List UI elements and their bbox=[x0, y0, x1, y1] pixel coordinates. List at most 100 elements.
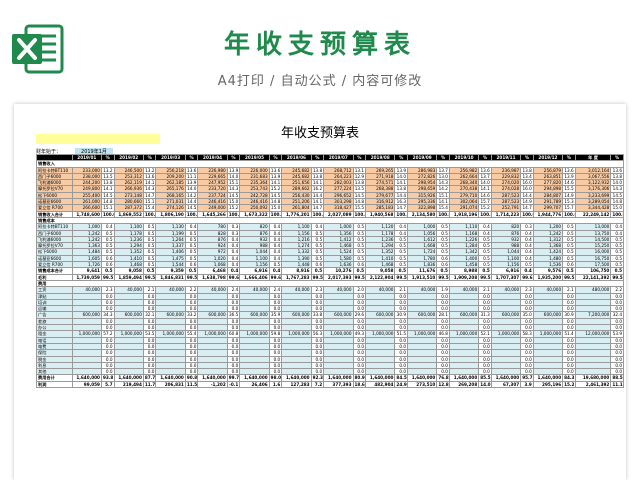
table-cell: 100.0 bbox=[184, 210, 199, 218]
table-cell: 16.0 bbox=[520, 185, 534, 193]
table-cell[interactable]: 1,935,200 bbox=[532, 273, 564, 281]
table-cell[interactable]: 1,918,196 bbox=[448, 210, 480, 218]
table-cell: 14.1 bbox=[310, 179, 325, 187]
table-cell[interactable]: 1,640,000 bbox=[532, 374, 564, 382]
table-cell: 99.5 bbox=[310, 273, 325, 281]
table-cell: 15.4 bbox=[436, 204, 450, 212]
table-cell[interactable]: 127,283 bbox=[281, 380, 312, 389]
table-cell[interactable]: 1,640,000 bbox=[406, 374, 438, 382]
table-cell: 13.4 bbox=[520, 172, 534, 181]
row-label: 阿拉卡特BT110 bbox=[36, 166, 73, 174]
table-cell: 13.8 bbox=[310, 166, 325, 174]
table-cell: 13.5 bbox=[352, 185, 367, 193]
table-cell[interactable]: 273,510 bbox=[406, 380, 438, 389]
table-cell: 99.5 bbox=[562, 273, 576, 281]
table-cell[interactable]: 1,640,000 bbox=[281, 374, 312, 382]
table-cell: 14.7 bbox=[142, 191, 157, 200]
row-label: 阿拉卡特BT110 bbox=[36, 223, 73, 231]
table-cell: 14.8 bbox=[100, 198, 115, 206]
table-cell[interactable]: 1,909,208 bbox=[448, 273, 480, 281]
table-cell[interactable]: 1,806,190 bbox=[155, 210, 186, 218]
table-cell: 51.4 bbox=[562, 330, 576, 338]
table-row: 利润 99,059 5.7 219,494 11.7 206,831 11.5 -1,202-… bbox=[36, 380, 624, 389]
table-cell[interactable]: 2,017,393 bbox=[323, 273, 354, 281]
table-cell: 59.8 bbox=[268, 330, 283, 338]
table-cell: 99.7 bbox=[226, 374, 241, 382]
table-cell: 14.2 bbox=[184, 191, 199, 200]
table-cell: 49.3 bbox=[352, 330, 367, 338]
table-cell[interactable]: 1,640,000 bbox=[71, 374, 102, 382]
table-cell: 14.9 bbox=[520, 198, 534, 206]
table-cell: 52.1 bbox=[478, 330, 492, 338]
table-cell: 13.9 bbox=[562, 172, 576, 181]
table-cell: 14.5 bbox=[226, 191, 241, 200]
banner-title: 年收支预算表 bbox=[223, 30, 416, 60]
table-cell[interactable]: 26,406 bbox=[239, 380, 270, 389]
table-cell[interactable]: 1,640,000 bbox=[239, 374, 270, 382]
table-cell: 13.0 bbox=[436, 172, 450, 181]
table-cell[interactable]: 377,393 bbox=[323, 380, 354, 389]
table-cell: 35.9 bbox=[268, 311, 283, 319]
table-cell: 100.0 bbox=[142, 210, 157, 218]
table-cell[interactable]: 295,196 bbox=[532, 380, 564, 389]
table-cell[interactable]: 219,494 bbox=[113, 380, 144, 389]
table-cell[interactable]: 1,714,223 bbox=[490, 210, 522, 218]
table-cell: 99.5 bbox=[478, 273, 492, 281]
table-cell[interactable]: 1,640,000 bbox=[448, 374, 480, 382]
table-cell: 13.7 bbox=[478, 172, 492, 181]
table-cell: 14.0 bbox=[478, 179, 492, 187]
table-cell[interactable]: 2,461,392 bbox=[574, 380, 612, 389]
table-cell[interactable]: 1,666,406 bbox=[239, 273, 270, 281]
table-cell[interactable]: 1,944,776 bbox=[532, 210, 564, 218]
table-cell: 14.1 bbox=[142, 179, 157, 187]
table-cell[interactable]: 482,904 bbox=[365, 380, 396, 389]
table-cell[interactable]: 1,638,798 bbox=[197, 273, 228, 281]
table-cell[interactable]: 1,739,059 bbox=[71, 273, 102, 281]
table-cell[interactable]: 1,640,000 bbox=[323, 374, 354, 382]
table-cell[interactable]: -1,202 bbox=[197, 380, 228, 389]
table-cell[interactable]: 1,673,322 bbox=[239, 210, 270, 218]
table-cell[interactable]: 1,913,510 bbox=[406, 273, 438, 281]
table-cell[interactable]: 1,640,000 bbox=[113, 374, 144, 382]
table-cell[interactable]: 1,859,494 bbox=[113, 273, 144, 281]
table-cell[interactable]: 1,640,000 bbox=[155, 374, 186, 382]
table-cell[interactable]: 1,640,000 bbox=[365, 374, 396, 382]
table-cell[interactable]: 67,307 bbox=[490, 380, 522, 389]
table-cell[interactable]: 1,707,307 bbox=[490, 273, 522, 281]
table-cell: 84.3 bbox=[562, 374, 576, 382]
table-cell[interactable]: 1,940,568 bbox=[365, 210, 396, 218]
table-cell[interactable]: 1,748,600 bbox=[71, 210, 102, 218]
table-cell: 88.5 bbox=[610, 374, 624, 382]
table-cell[interactable]: 1,869,552 bbox=[113, 210, 144, 218]
table-cell[interactable]: 2,122,904 bbox=[365, 273, 396, 281]
table-cell: 14.8 bbox=[610, 198, 624, 206]
table-cell: 33.8 bbox=[310, 311, 325, 319]
table-cell[interactable]: 269,208 bbox=[448, 380, 480, 389]
table-cell: 99.5 bbox=[394, 273, 408, 281]
table-cell: 100.0 bbox=[394, 210, 408, 218]
table-cell[interactable]: 1,846,831 bbox=[155, 273, 186, 281]
table-cell: 100.0 bbox=[610, 210, 624, 218]
table-cell[interactable]: 1,645,266 bbox=[197, 210, 228, 218]
table-cell: 11.1 bbox=[184, 172, 199, 181]
table-cell[interactable]: 1,640,000 bbox=[490, 374, 522, 382]
table-cell: 13.9 bbox=[394, 166, 408, 174]
table-cell: 11.5 bbox=[184, 380, 199, 389]
table-cell: 87.7 bbox=[142, 374, 157, 382]
table-cell[interactable]: 2,027,089 bbox=[323, 210, 354, 218]
table-cell: 46.8 bbox=[436, 330, 450, 338]
table-cell[interactable]: 99,059 bbox=[71, 380, 102, 389]
table-cell: 58.3 bbox=[520, 330, 534, 338]
table-cell: 100.0 bbox=[436, 210, 450, 218]
table-cell: 13.8 bbox=[352, 179, 367, 187]
table-cell: 14.7 bbox=[310, 204, 325, 212]
table-cell: 14.5 bbox=[100, 191, 115, 200]
table-cell[interactable]: 206,831 bbox=[155, 380, 186, 389]
table-cell: 14.3 bbox=[142, 185, 157, 193]
table-cell: 93.8 bbox=[100, 374, 115, 382]
table-cell[interactable]: 1,767,283 bbox=[281, 273, 312, 281]
table-cell[interactable]: 1,640,000 bbox=[197, 374, 228, 382]
table-cell: 15.4 bbox=[142, 204, 157, 212]
table-cell[interactable]: 2,134,580 bbox=[406, 210, 438, 218]
table-cell[interactable]: 1,776,201 bbox=[281, 210, 312, 218]
